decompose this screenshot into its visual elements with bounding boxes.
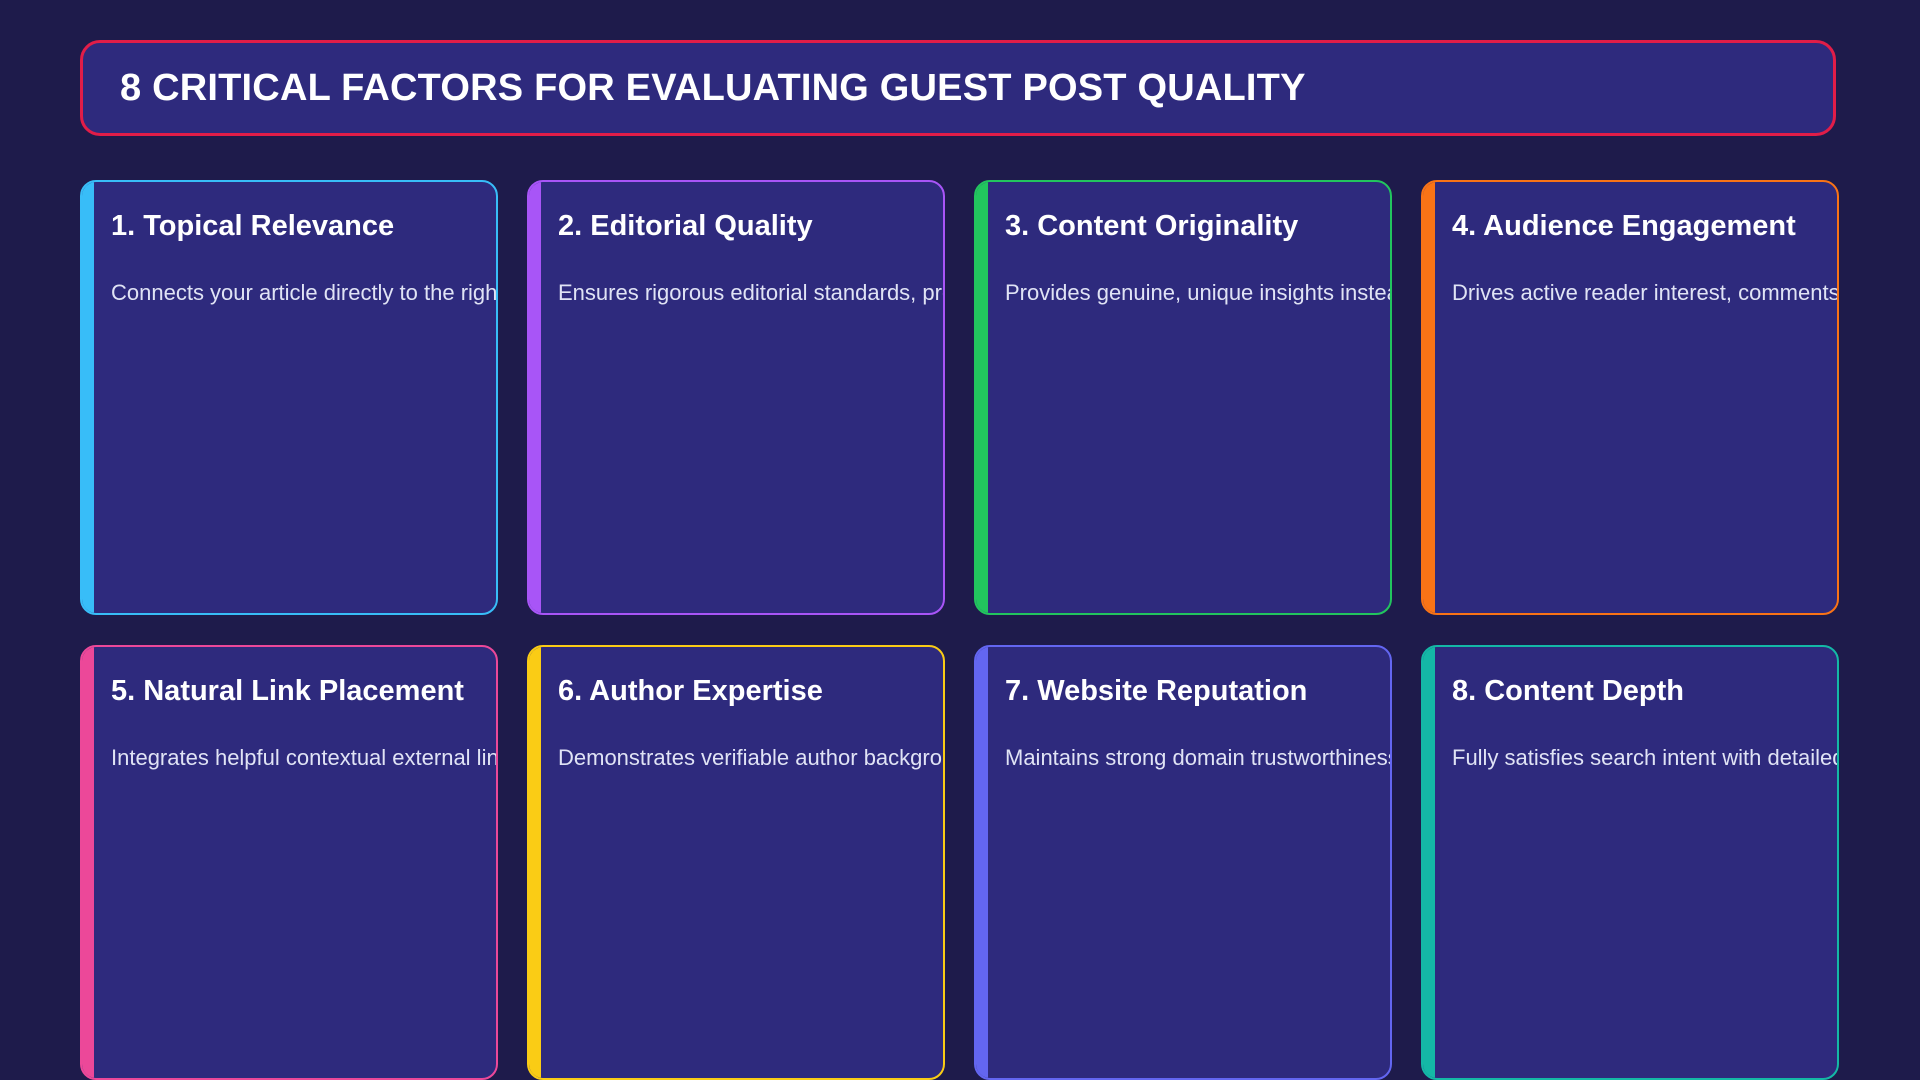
factor-card-7: 7. Website Reputation Maintains strong d… <box>974 645 1392 1080</box>
card-accent-bar <box>529 182 541 613</box>
card-description: Provides genuine, unique insights instea… <box>1005 280 1390 305</box>
factor-card-5: 5. Natural Link Placement Integrates hel… <box>80 645 498 1080</box>
card-description: Drives active reader interest, comments,… <box>1452 280 1839 305</box>
card-description: Maintains strong domain trustworthiness … <box>1005 745 1392 770</box>
card-description: Fully satisfies search intent with detai… <box>1452 745 1839 770</box>
page-header: 8 CRITICAL FACTORS FOR EVALUATING GUEST … <box>80 40 1836 136</box>
card-description: Integrates helpful contextual external l… <box>111 745 498 770</box>
factor-cards-grid: 1. Topical Relevance Connects your artic… <box>80 180 1840 1080</box>
factor-card-1: 1. Topical Relevance Connects your artic… <box>80 180 498 615</box>
card-accent-bar <box>82 647 94 1078</box>
card-description: Connects your article directly to the ri… <box>111 280 498 305</box>
card-title: 3. Content Originality <box>1005 210 1299 242</box>
factor-card-8: 8. Content Depth Fully satisfies search … <box>1421 645 1839 1080</box>
card-description: Demonstrates verifiable author backgroun… <box>558 745 943 770</box>
page-title: 8 CRITICAL FACTORS FOR EVALUATING GUEST … <box>120 66 1306 109</box>
card-title: 5. Natural Link Placement <box>111 675 464 707</box>
card-description: Ensures rigorous editorial standards, pr… <box>558 280 943 305</box>
card-title: 1. Topical Relevance <box>111 210 395 242</box>
card-title: 7. Website Reputation <box>1005 675 1308 707</box>
card-accent-bar <box>976 647 988 1078</box>
card-title: 4. Audience Engagement <box>1452 210 1796 242</box>
card-accent-bar <box>529 647 541 1078</box>
card-accent-bar <box>1423 647 1435 1078</box>
card-accent-bar <box>976 182 988 613</box>
card-title: 8. Content Depth <box>1452 675 1684 707</box>
card-accent-bar <box>1423 182 1435 613</box>
factor-card-3: 3. Content Originality Provides genuine,… <box>974 180 1392 615</box>
card-title: 2. Editorial Quality <box>558 210 813 242</box>
factor-card-4: 4. Audience Engagement Drives active rea… <box>1421 180 1839 615</box>
card-accent-bar <box>82 182 94 613</box>
factor-card-6: 6. Author Expertise Demonstrates verifia… <box>527 645 945 1080</box>
card-title: 6. Author Expertise <box>558 675 823 707</box>
factor-card-2: 2. Editorial Quality Ensures rigorous ed… <box>527 180 945 615</box>
